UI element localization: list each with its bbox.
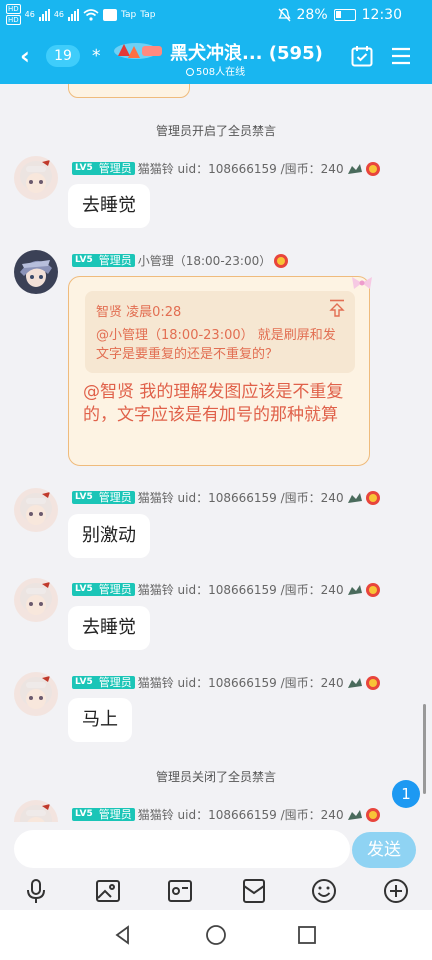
sender-info: LV5 管理员 猫猫铃 uid：108666159 /囤币：240 bbox=[72, 581, 380, 598]
message-bubble[interactable]: 去睡觉 bbox=[68, 184, 150, 228]
quote-text: @小管理（18:00-23:00） 就是刷屏和发文字是要重复的还是不重复的？ bbox=[96, 328, 336, 362]
role-badge: 管理员 bbox=[95, 254, 135, 267]
signal2-icon bbox=[68, 8, 80, 21]
mute-icon bbox=[277, 8, 291, 22]
input-bar: 发送 bbox=[0, 822, 432, 876]
level-badge: LV5 bbox=[72, 676, 96, 689]
ear-icon: ⁎ bbox=[92, 41, 101, 61]
microphone-icon[interactable] bbox=[23, 878, 49, 904]
net2-label: 46 bbox=[53, 10, 65, 19]
medal-icon bbox=[365, 161, 380, 176]
home-icon[interactable] bbox=[205, 924, 227, 946]
recent-apps-icon[interactable] bbox=[296, 924, 318, 946]
message-bubble[interactable]: 马上 bbox=[68, 698, 132, 742]
dragon-badge-icon bbox=[347, 809, 362, 820]
wifi-icon bbox=[83, 8, 99, 21]
dragon-badge-icon bbox=[347, 163, 362, 174]
back-icon[interactable] bbox=[112, 924, 134, 946]
system-message: 管理员关闭了全员禁言 bbox=[155, 770, 276, 784]
sim1-label: HD bbox=[6, 4, 21, 14]
level-badge: LV5 bbox=[72, 491, 96, 504]
notification-app-icon bbox=[103, 8, 118, 21]
message-bubble[interactable]: 去睡觉 bbox=[68, 606, 150, 650]
role-badge: 管理员 bbox=[95, 583, 135, 596]
app-text-2: Tap bbox=[140, 9, 156, 20]
group-logo-icon bbox=[114, 43, 162, 59]
avatar[interactable] bbox=[14, 800, 58, 822]
member-count: (595) bbox=[268, 43, 323, 64]
scrollbar[interactable] bbox=[423, 704, 426, 794]
message-input[interactable] bbox=[14, 830, 350, 868]
sender-info: LV5 管理员 小管理（18:00-23:00） bbox=[72, 252, 289, 269]
sender-meta: 小管理（18:00-23:00） bbox=[137, 254, 272, 268]
battery-icon bbox=[333, 9, 356, 21]
medal-icon bbox=[365, 675, 380, 690]
sender-info: LV5 管理员 猫猫铃 uid：108666159 /囤币：240 bbox=[72, 674, 380, 691]
sim2-label: HD bbox=[6, 15, 21, 25]
level-badge: LV5 bbox=[72, 254, 96, 267]
emoji-icon[interactable] bbox=[311, 878, 337, 904]
avatar[interactable] bbox=[14, 250, 58, 294]
system-navigation-bar bbox=[0, 910, 432, 960]
new-message-count[interactable]: 1 bbox=[392, 780, 420, 808]
online-count: 508人在线 bbox=[186, 63, 245, 78]
sender-meta: 猫猫铃 uid：108666159 /囤币：240 bbox=[137, 583, 344, 597]
bow-decoration-icon bbox=[352, 277, 372, 289]
quote-author: 智贤 凌晨0:28 bbox=[96, 305, 182, 320]
level-badge: LV5 bbox=[72, 583, 96, 596]
clock: 12:30 bbox=[361, 7, 402, 23]
image-icon[interactable] bbox=[95, 878, 121, 904]
level-badge: LV5 bbox=[72, 162, 96, 175]
dragon-badge-icon bbox=[347, 584, 362, 595]
signal1-icon bbox=[38, 8, 50, 21]
sender-meta: 猫猫铃 uid：108666159 /囤币：240 bbox=[137, 808, 344, 822]
medal-icon bbox=[365, 582, 380, 597]
level-badge: LV5 bbox=[72, 808, 96, 821]
back-button[interactable]: ‹ bbox=[20, 42, 30, 70]
medal-icon bbox=[365, 807, 380, 822]
avatar[interactable] bbox=[14, 578, 58, 622]
sender-info: LV5 管理员 猫猫铃 uid：108666159 /囤币：240 bbox=[72, 160, 380, 177]
role-badge: 管理员 bbox=[95, 491, 135, 504]
system-message: 管理员开启了全员禁言 bbox=[155, 124, 276, 138]
menu-icon[interactable] bbox=[389, 44, 413, 68]
unread-count-badge[interactable]: 19 bbox=[46, 45, 80, 67]
jump-to-quote-icon[interactable] bbox=[329, 299, 345, 317]
video-icon[interactable] bbox=[167, 878, 193, 904]
status-bar: HD HD 46 46 Tap Tap 28% 12:30 bbox=[0, 0, 432, 30]
send-button[interactable]: 发送 bbox=[352, 832, 416, 868]
sender-meta: 猫猫铃 uid：108666159 /囤币：240 bbox=[137, 491, 344, 505]
chat-title[interactable]: 黑犬冲浪... (595) bbox=[170, 39, 323, 65]
quoted-message[interactable]: 智贤 凌晨0:28 @小管理（18:00-23:00） 就是刷屏和发文字是要重复… bbox=[85, 291, 355, 373]
dragon-badge-icon bbox=[347, 492, 362, 503]
avatar[interactable] bbox=[14, 488, 58, 532]
chat-header: ‹ 19 ⁎ 黑犬冲浪... (595) 508人在线 bbox=[0, 30, 432, 84]
dragon-badge-icon bbox=[347, 677, 362, 688]
role-badge: 管理员 bbox=[95, 808, 135, 821]
previous-message-bubble bbox=[68, 84, 190, 98]
role-badge: 管理员 bbox=[95, 162, 135, 175]
message-bubble[interactable]: 别激动 bbox=[68, 514, 150, 558]
medal-icon bbox=[274, 253, 289, 268]
role-badge: 管理员 bbox=[95, 676, 135, 689]
app-text-1: Tap bbox=[121, 9, 137, 20]
sender-info: LV5 管理员 猫猫铃 uid：108666159 /囤币：240 bbox=[72, 806, 380, 822]
reply-message-card[interactable]: 智贤 凌晨0:28 @小管理（18:00-23:00） 就是刷屏和发文字是要重复… bbox=[68, 276, 370, 466]
sender-meta: 猫猫铃 uid：108666159 /囤币：240 bbox=[137, 162, 344, 176]
avatar[interactable] bbox=[14, 672, 58, 716]
message-list[interactable]: 管理员开启了全员禁言 LV5 管理员 猫猫铃 uid：108666159 /囤币：… bbox=[0, 84, 432, 822]
input-toolbar bbox=[0, 876, 432, 906]
plus-icon[interactable] bbox=[383, 878, 409, 904]
red-envelope-icon[interactable] bbox=[241, 878, 267, 904]
avatar[interactable] bbox=[14, 156, 58, 200]
reply-text: @智贤 我的理解发图应该是不重复的，文字应该是有加号的那种就算 bbox=[83, 382, 344, 425]
sender-meta: 猫猫铃 uid：108666159 /囤币：240 bbox=[137, 676, 344, 690]
battery-percent: 28% bbox=[296, 7, 328, 23]
checkin-calendar-icon[interactable] bbox=[350, 44, 374, 68]
net1-label: 46 bbox=[24, 10, 35, 19]
medal-icon bbox=[365, 490, 380, 505]
sender-info: LV5 管理员 猫猫铃 uid：108666159 /囤币：240 bbox=[72, 489, 380, 506]
